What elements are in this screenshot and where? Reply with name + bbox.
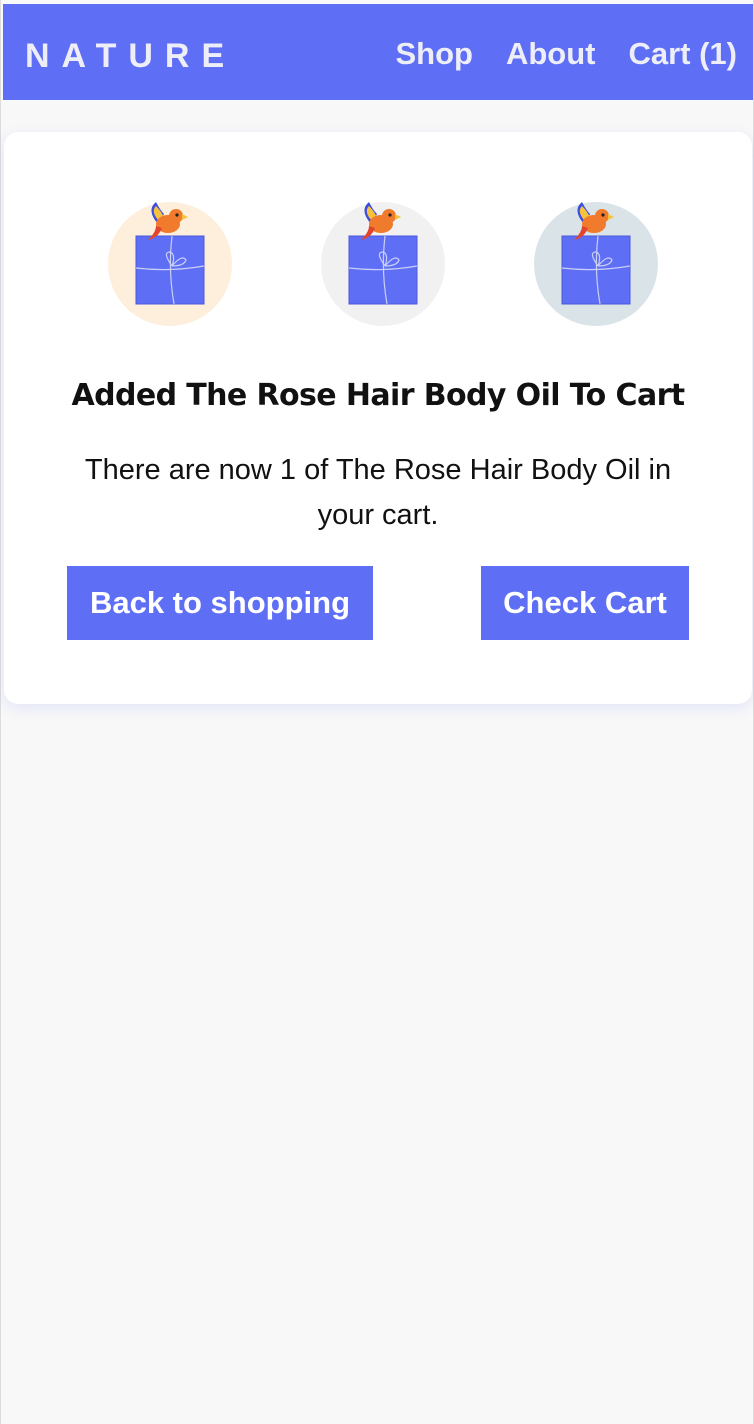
nav-link-cart[interactable]: Cart (1): [628, 34, 737, 74]
product-image-3: [526, 192, 666, 332]
top-navigation-bar: NATURE Shop About Cart (1): [3, 4, 753, 100]
nav-link-about[interactable]: About: [506, 34, 596, 74]
brand-logo[interactable]: NATURE: [25, 36, 236, 76]
confirmation-title: Added The Rose Hair Body Oil To Cart: [71, 378, 685, 413]
check-cart-button[interactable]: Check Cart: [481, 566, 689, 640]
confirmation-message: There are now 1 of The Rose Hair Body Oi…: [84, 454, 672, 531]
product-image-row: [4, 192, 752, 332]
product-image-2: [313, 192, 453, 332]
back-to-shopping-button[interactable]: Back to shopping: [67, 566, 373, 640]
product-image-1: [100, 192, 240, 332]
main-nav: Shop About Cart (1): [395, 34, 737, 74]
nav-link-shop[interactable]: Shop: [395, 34, 473, 74]
added-to-cart-card: Added The Rose Hair Body Oil To Cart The…: [4, 132, 752, 704]
